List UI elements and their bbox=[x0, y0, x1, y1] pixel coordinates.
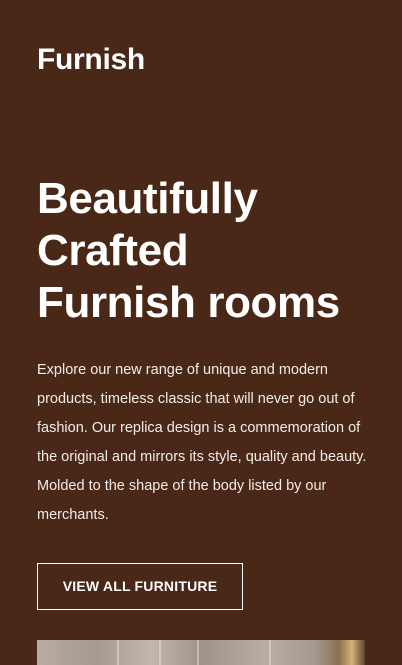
hero-description: Explore our new range of unique and mode… bbox=[37, 362, 367, 523]
hero-title-line-1: Beautifully bbox=[37, 174, 258, 223]
page: Furnish Beautifully Crafted Furnish room… bbox=[0, 0, 402, 665]
image-panel-divider bbox=[117, 640, 119, 665]
image-panel-divider bbox=[159, 640, 161, 665]
hero-furniture-image bbox=[37, 640, 365, 665]
hero-title-line-2: Crafted bbox=[37, 226, 189, 275]
brand-logo[interactable]: Furnish bbox=[37, 40, 145, 80]
hero-title-line-3: Furnish rooms bbox=[37, 278, 340, 327]
image-panel-divider bbox=[197, 640, 199, 665]
image-panel-divider bbox=[269, 640, 271, 665]
hero-title: Beautifully Crafted Furnish rooms bbox=[37, 173, 377, 329]
view-all-furniture-button[interactable]: VIEW ALL FURNITURE bbox=[37, 563, 243, 610]
